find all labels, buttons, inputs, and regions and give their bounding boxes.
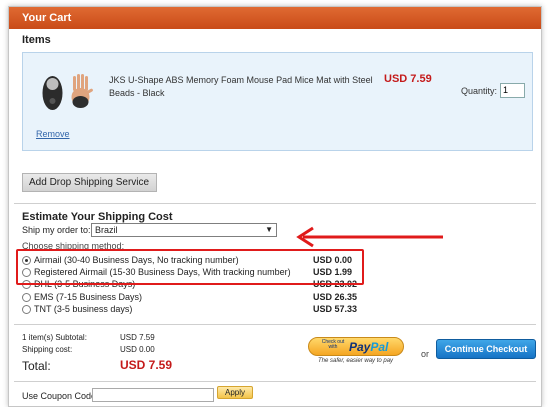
or-separator: or	[421, 349, 430, 359]
item-price: USD 7.59	[384, 73, 432, 85]
cart-header: Your Cart	[9, 7, 541, 29]
coupon-label: Use Coupon Code:	[22, 391, 99, 401]
quantity-input[interactable]: 1	[500, 83, 525, 98]
items-section-title: Items	[22, 34, 51, 46]
shipping-method-price: USD 57.33	[313, 304, 358, 314]
paypal-checkout-button[interactable]: Check out with PayPal	[308, 337, 404, 356]
mouse-pad-thumbnail[interactable]	[42, 75, 63, 111]
paypal-logo: PayPal	[349, 340, 388, 354]
quantity-label: Quantity:	[461, 86, 498, 96]
radio-button[interactable]	[22, 305, 31, 314]
shipping-option-ems[interactable]: EMS (7-15 Business Days) USD 26.35	[22, 292, 382, 303]
add-drop-shipping-button[interactable]: Add Drop Shipping Service	[22, 173, 157, 192]
shipping-cost-label: Shipping cost:	[22, 345, 73, 354]
shipping-cost-value: USD 0.00	[120, 345, 155, 354]
shipping-option-tnt[interactable]: TNT (3-5 business days) USD 57.33	[22, 304, 382, 315]
annotation-arrow	[296, 226, 443, 248]
country-select[interactable]: Brazil ▼	[91, 223, 277, 237]
divider	[14, 203, 536, 204]
cart-item: Remove JKS U-Shape ABS Memory Foam Mouse…	[22, 52, 533, 151]
shipping-estimate-title: Estimate Your Shipping Cost	[22, 211, 173, 223]
subtotal-label: 1 item(s) Subtotal:	[22, 333, 87, 342]
radio-button[interactable]	[22, 293, 31, 302]
paypal-small-text: Check out with	[321, 339, 345, 350]
continue-checkout-button[interactable]: Continue Checkout	[436, 339, 536, 359]
chevron-down-icon: ▼	[265, 225, 273, 234]
annotation-highlight-box	[16, 249, 364, 285]
subtotal-value: USD 7.59	[120, 333, 155, 342]
shipping-method-name: EMS (7-15 Business Days)	[34, 292, 143, 302]
apply-coupon-button[interactable]: Apply	[217, 386, 253, 399]
product-title[interactable]: JKS U-Shape ABS Memory Foam Mouse Pad Mi…	[109, 74, 379, 100]
paypal-tagline: The safer, easier way to pay	[318, 358, 394, 364]
total-value: USD 7.59	[120, 358, 173, 372]
country-select-value: Brazil	[95, 225, 118, 235]
total-label: Total:	[22, 359, 51, 373]
shipping-method-price: USD 26.35	[313, 292, 358, 302]
paypal-logo-pay: Pay	[349, 340, 371, 354]
remove-item-link[interactable]: Remove	[36, 129, 70, 139]
divider	[14, 324, 536, 325]
coupon-code-input[interactable]	[92, 388, 214, 402]
paypal-logo-pal: Pal	[370, 340, 389, 354]
ship-to-label: Ship my order to:	[22, 225, 91, 235]
divider	[14, 381, 536, 382]
cart-panel: Your Cart Items Remove JKS U-Shape ABS M…	[8, 6, 542, 407]
hand-thumbnail[interactable]	[68, 73, 96, 113]
shipping-method-name: TNT (3-5 business days)	[34, 304, 133, 314]
